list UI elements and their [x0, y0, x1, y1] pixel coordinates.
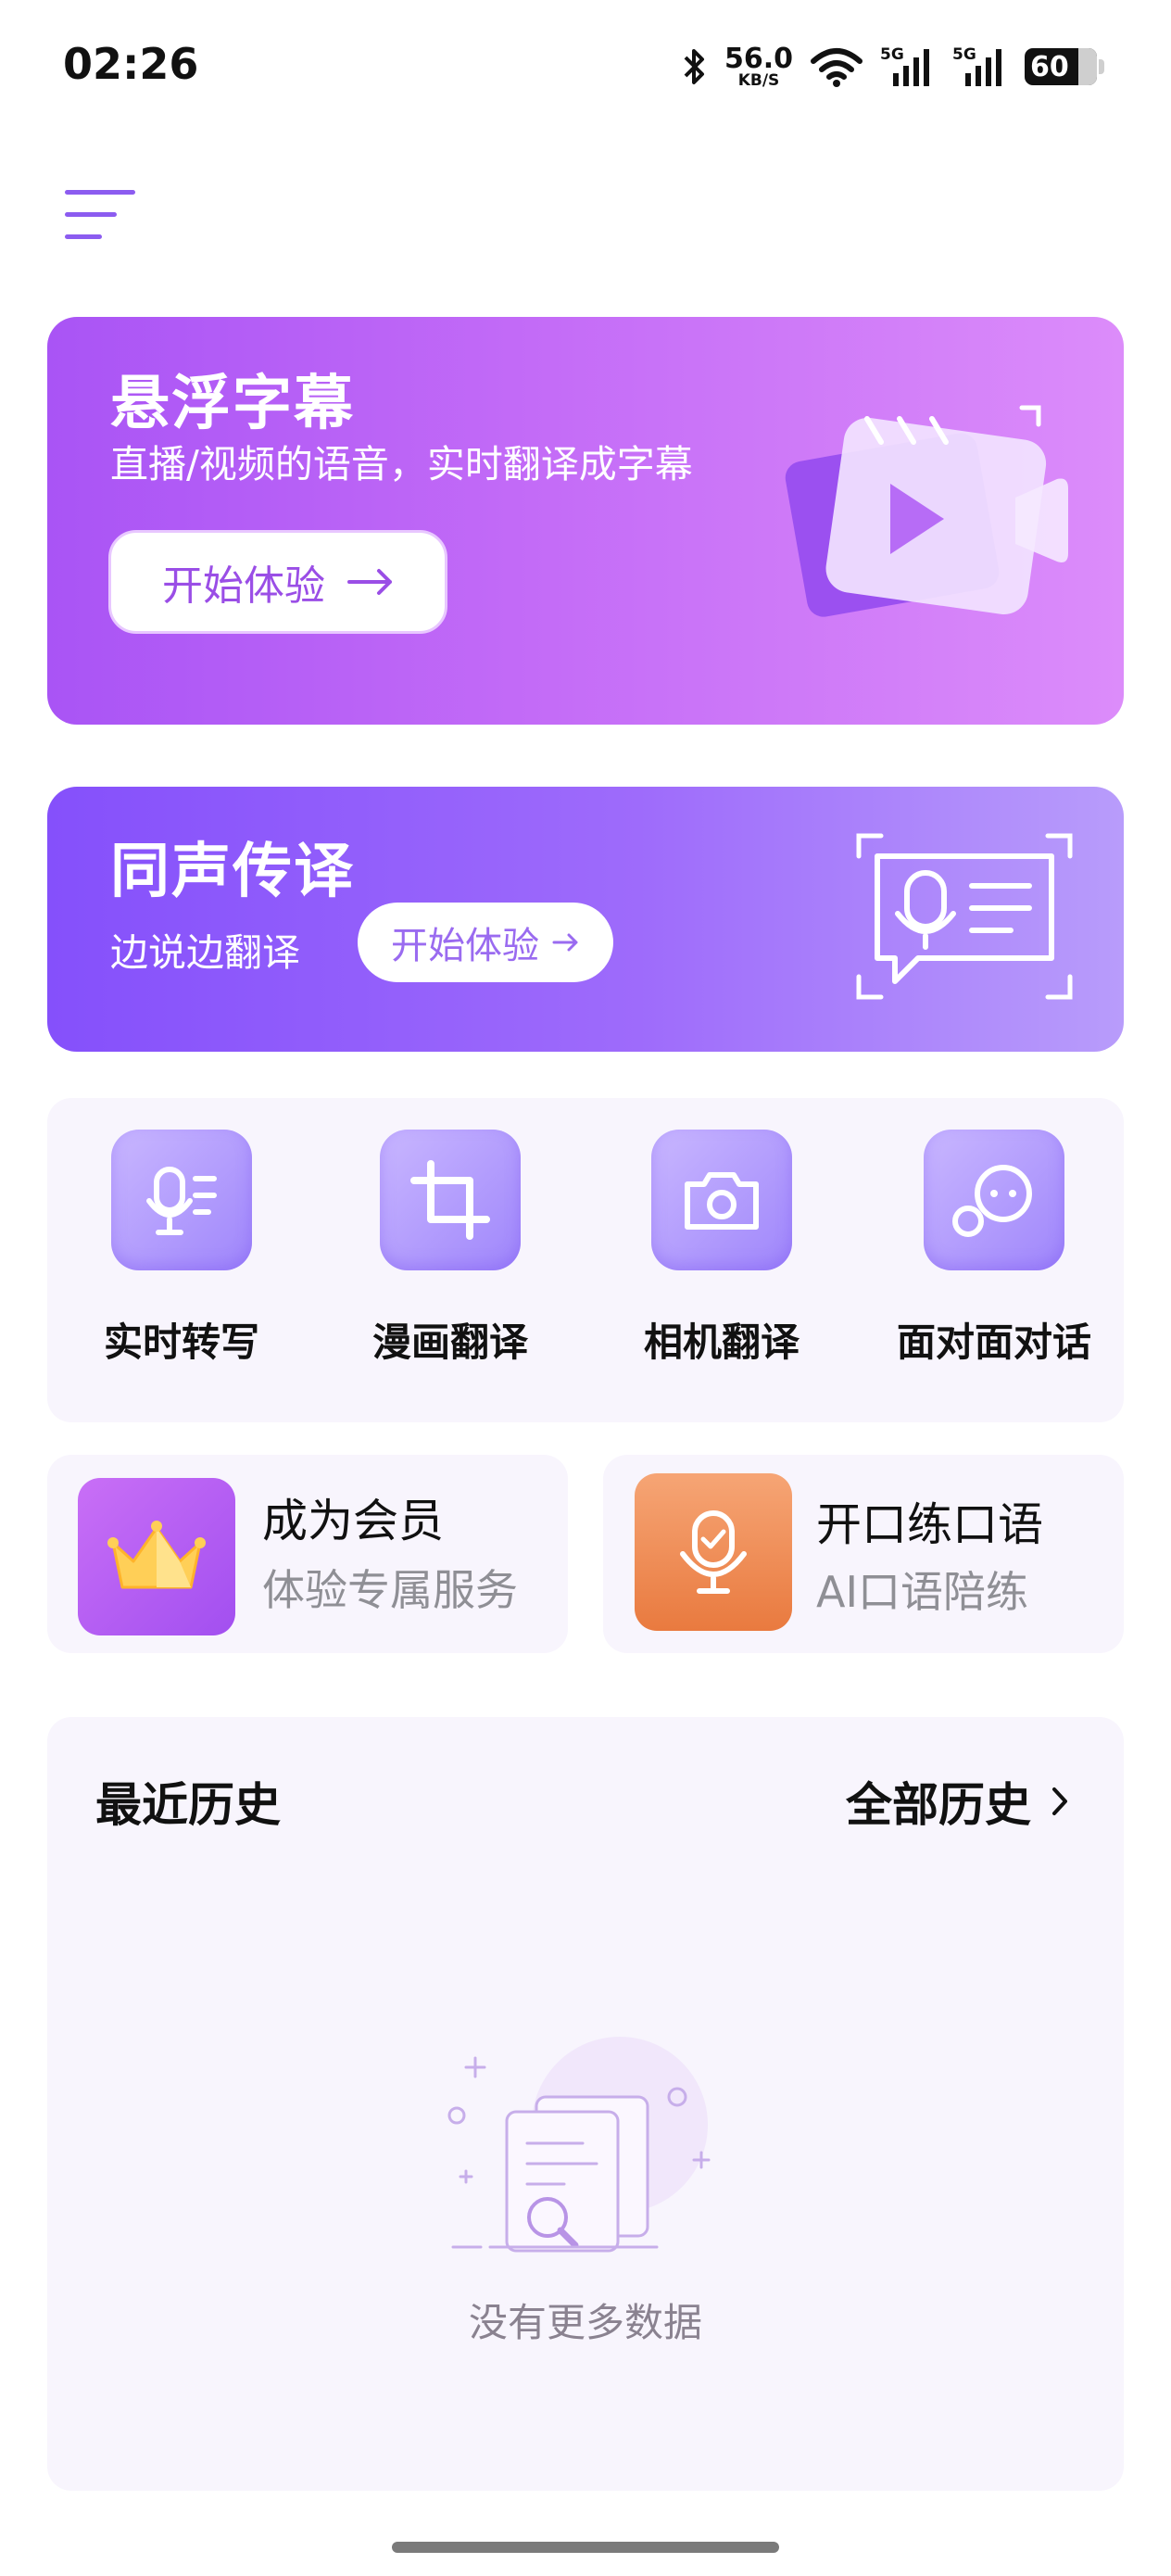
tool-label: 相机翻译: [643, 1320, 800, 1365]
tool-face-to-face[interactable]: 面对面对话: [883, 1130, 1105, 1368]
signal-1: 5G: [880, 45, 936, 88]
member-card[interactable]: 成为会员 体验专属服务: [47, 1455, 568, 1653]
card-subtitle: AI口语陪练: [816, 1567, 1029, 1617]
speed-value: 56.0: [724, 42, 793, 75]
start-experience-button[interactable]: 开始体验: [358, 903, 613, 982]
card-title: 开口练口语: [816, 1498, 1044, 1551]
arrow-right-icon: [347, 569, 392, 595]
history-title: 最近历史: [95, 1778, 281, 1832]
network-speed: 56.0 KB/S: [724, 42, 793, 90]
banner-title: 同声传译: [110, 838, 355, 906]
start-experience-button[interactable]: 开始体验: [108, 530, 447, 634]
mic-transcript-icon: [111, 1130, 252, 1270]
oral-practice-card[interactable]: 开口练口语 AI口语陪练: [603, 1455, 1124, 1653]
button-label: 开始体验: [162, 562, 325, 610]
wifi-icon: [811, 48, 863, 87]
banner-subtitle: 直播/视频的语音，实时翻译成字幕: [110, 442, 693, 486]
chat-bubbles-icon: [924, 1130, 1064, 1270]
all-history-link[interactable]: 全部历史: [846, 1768, 1068, 1835]
menu-line: [65, 190, 135, 195]
status-bar: 02:26 56.0 KB/S 5G 5G 60: [0, 0, 1171, 139]
tool-camera-translation[interactable]: 相机翻译: [620, 1130, 824, 1368]
speech-subtitle-icon: [856, 833, 1073, 1000]
menu-line: [65, 212, 117, 217]
camera-icon: [651, 1130, 792, 1270]
signal-bars-icon: [893, 49, 929, 86]
tool-label: 实时转写: [103, 1320, 259, 1365]
home-indicator[interactable]: [392, 2542, 779, 2553]
card-title: 成为会员: [262, 1495, 445, 1547]
bluetooth-icon: [684, 49, 704, 84]
tool-label: 漫画翻译: [371, 1320, 528, 1365]
tools-panel: 实时转写 漫画翻译 相机翻译 面对面对话: [47, 1098, 1124, 1422]
button-label: 开始体验: [391, 925, 539, 967]
recent-history-panel: 最近历史 全部历史 没有更多数据: [47, 1717, 1124, 2491]
banner-title: 悬浮字幕: [110, 370, 355, 438]
all-history-label: 全部历史: [846, 1778, 1031, 1832]
crown-icon: [78, 1478, 235, 1635]
tool-comic-translation[interactable]: 漫画翻译: [348, 1130, 552, 1368]
menu-button[interactable]: [65, 190, 135, 242]
status-time: 02:26: [63, 39, 199, 89]
signal-bars-icon: [965, 49, 1001, 86]
battery-level: 60: [1030, 50, 1069, 83]
signal-2: 5G: [952, 45, 1008, 88]
crop-icon: [380, 1130, 521, 1270]
banner-subtitle: 边说边翻译: [110, 930, 300, 975]
tool-realtime-transcription[interactable]: 实时转写: [80, 1130, 283, 1368]
mic-check-icon: [635, 1473, 792, 1631]
simultaneous-interpretation-banner[interactable]: 同声传译 边说边翻译 开始体验: [47, 787, 1124, 1052]
battery-icon: 60: [1025, 48, 1104, 85]
card-subtitle: 体验专属服务: [262, 1565, 518, 1615]
floating-subtitle-banner[interactable]: 悬浮字幕 直播/视频的语音，实时翻译成字幕 开始体验: [47, 317, 1124, 725]
chevron-right-icon: [1052, 1787, 1067, 1815]
empty-text: 没有更多数据: [468, 2300, 702, 2345]
empty-documents-icon: [447, 2037, 711, 2253]
speed-unit: KB/S: [737, 70, 780, 90]
status-icons: 56.0 KB/S 5G 5G 60: [682, 41, 1104, 93]
tool-label: 面对面对话: [896, 1320, 1091, 1365]
menu-line: [65, 234, 102, 239]
arrow-right-icon: [552, 933, 578, 952]
video-clapper-icon: [785, 405, 1068, 617]
